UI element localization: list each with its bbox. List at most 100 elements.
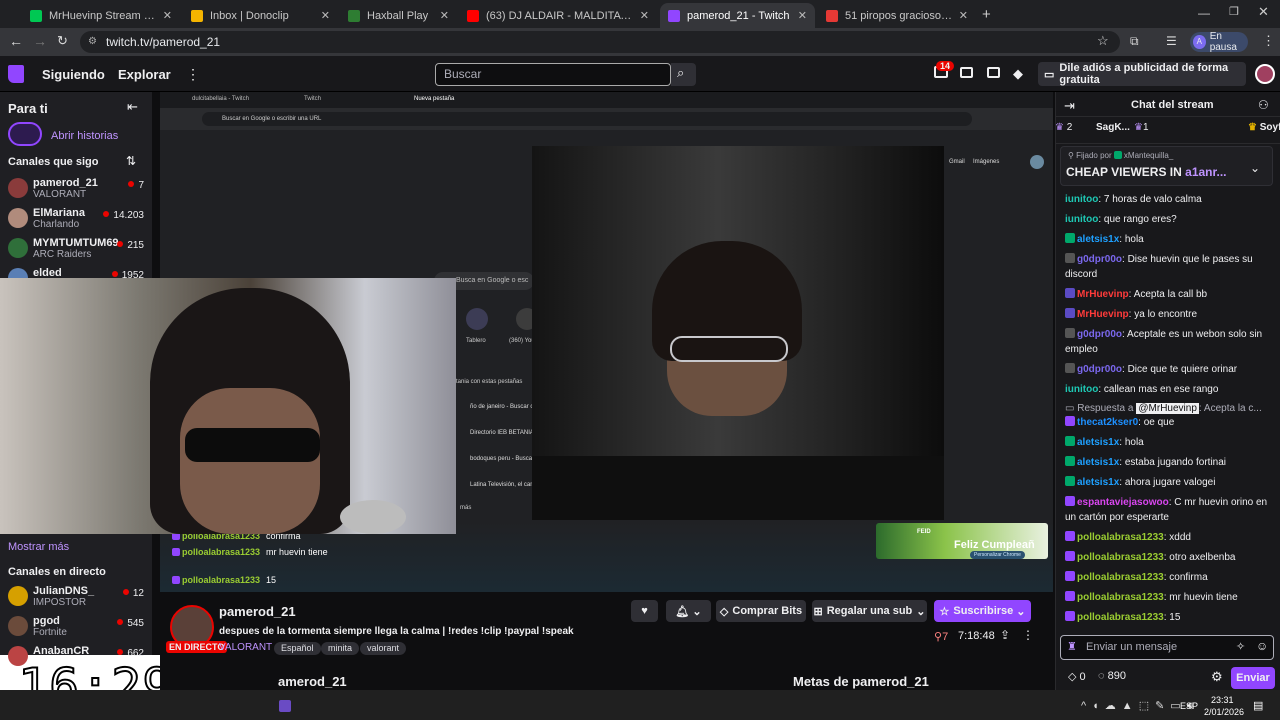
pinned-by-label: Fijado por (1076, 151, 1112, 160)
chat-username[interactable]: aletsis1x (1077, 234, 1119, 245)
nav-more-icon[interactable]: ⋮ (186, 66, 200, 83)
browser-tab[interactable]: Haxball Play ✕ (340, 3, 457, 28)
tag[interactable]: Español (274, 642, 321, 655)
collapse-chat-icon[interactable]: ⇥ (1064, 98, 1075, 114)
chat-username[interactable]: polloalabrasa1233 (1077, 592, 1164, 603)
taskbar-app-icon[interactable] (279, 700, 291, 712)
sort-icon[interactable]: ⇅ (126, 154, 136, 168)
tab-close-icon[interactable]: ✕ (163, 9, 172, 22)
back-icon[interactable]: ← (9, 33, 23, 49)
chat-username[interactable]: polloalabrasa1233 (1077, 552, 1164, 563)
bits-cheer-icon[interactable]: ✧ (1236, 640, 1245, 653)
chat-username[interactable]: espantaviejasowoo (1077, 497, 1169, 508)
user-avatar[interactable] (1255, 64, 1275, 84)
chat-username[interactable]: thecat2kser0 (1077, 417, 1138, 428)
maximize-button[interactable]: ❐ (1229, 5, 1239, 18)
channel-name[interactable]: pamerod_21 (219, 604, 296, 619)
sidebar-channel[interactable]: MYMTUMTUM69 ARC Raiders 215 (8, 235, 148, 263)
tab-close-icon[interactable]: ✕ (321, 9, 330, 22)
crown-icon[interactable]: ◆ (1013, 66, 1023, 82)
taskbar-time[interactable]: 23:31 (1211, 695, 1234, 705)
chat-username[interactable]: iunitoo (1065, 214, 1098, 225)
sidebar-channel[interactable]: pgod Fortnite 545 (8, 613, 148, 641)
address-bar[interactable]: ⚙ twitch.tv/pamerod_21 (80, 31, 1120, 53)
chat-username[interactable]: aletsis1x (1077, 457, 1119, 468)
ad-free-button[interactable]: ▭ Dile adiós a publicidad de forma gratu… (1038, 62, 1246, 86)
chat-username[interactable]: polloalabrasa1233 (1077, 612, 1164, 623)
sidebar-channel[interactable]: AnabanCR 662 (8, 643, 148, 671)
close-window-button[interactable]: ✕ (1258, 4, 1269, 20)
sidebar-channel[interactable]: pamerod_21 VALORANT 7 (8, 175, 148, 203)
gift-sub-button[interactable]: ⊞ Regalar una sub ⌄ (812, 600, 927, 622)
extensions-icon[interactable]: ⧉ (1130, 34, 1139, 49)
inbox-icon[interactable] (960, 67, 973, 78)
profile-button[interactable]: A En pausa (1190, 31, 1248, 53)
bookmark-star-icon[interactable]: ☆ (1097, 33, 1109, 49)
collapse-sidebar-icon[interactable]: ⇤ (127, 99, 138, 115)
sidebar-channel[interactable]: JulianDNS_ IMPOSTOR 12 (8, 583, 148, 611)
reload-icon[interactable]: ↻ (57, 33, 68, 49)
buy-bits-button[interactable]: ◇ Comprar Bits (716, 600, 806, 622)
tag[interactable]: valorant (360, 642, 407, 655)
twitch-logo-icon[interactable] (8, 65, 24, 83)
sidebar-channel[interactable]: ElMariana Charlando 14.203 (8, 205, 148, 233)
game-link[interactable]: VALORANT (219, 642, 272, 653)
emote-icon[interactable]: ☺ (1256, 639, 1268, 653)
share-icon[interactable]: ⇪ (1000, 628, 1010, 642)
new-tab-button[interactable]: + (982, 6, 991, 23)
subscribe-button[interactable]: ☆ Suscribirse ⌄ (934, 600, 1031, 622)
tag[interactable]: minita (321, 642, 360, 655)
more-options-icon[interactable]: ⋮ (1022, 628, 1034, 642)
tab-close-icon[interactable]: ✕ (959, 9, 968, 22)
nav-browse[interactable]: Explorar (118, 67, 171, 82)
chat-username[interactable]: g0dpr00o (1077, 364, 1122, 375)
search-button[interactable]: ⌕ (671, 63, 696, 86)
stories-avatar[interactable] (8, 122, 42, 146)
reading-list-icon[interactable]: ☰ (1166, 34, 1177, 48)
whispers-icon[interactable] (987, 67, 1000, 78)
browser-tab[interactable]: MrHuevinp Stream - Watch Liv ✕ (22, 3, 180, 28)
chat-users-icon[interactable]: ⚇ (1258, 98, 1269, 112)
notifications-bell-button[interactable]: 🔔︎ ⌄ (666, 600, 711, 622)
tab-close-icon[interactable]: ✕ (640, 9, 649, 22)
forward-icon[interactable]: → (33, 33, 47, 49)
browser-menu-icon[interactable]: ⋮ (1262, 33, 1275, 49)
tab-title: Haxball Play (367, 9, 429, 22)
tab-close-icon[interactable]: ✕ (798, 9, 807, 22)
taskbar-date[interactable]: 2/01/2026 (1204, 707, 1244, 717)
reply-context[interactable]: ▭ Respuesta a @MrHuevinp: Acepta la c... (1065, 401, 1270, 416)
chat-username[interactable]: aletsis1x (1077, 437, 1119, 448)
chat-username[interactable]: iunitoo (1065, 194, 1098, 205)
chat-username[interactable]: polloalabrasa1233 (1077, 572, 1164, 583)
chat-username[interactable]: MrHuevinp (1077, 309, 1129, 320)
chat-username[interactable]: g0dpr00o (1077, 254, 1122, 265)
open-stories-link[interactable]: Abrir historias (51, 130, 118, 142)
chat-username[interactable]: MrHuevinp (1077, 289, 1129, 300)
chat-username[interactable]: g0dpr00o (1077, 329, 1122, 340)
notification-center-icon[interactable]: ▤ (1253, 699, 1263, 712)
live-dot-icon (117, 241, 124, 247)
search-input[interactable]: Buscar (435, 63, 671, 86)
channel-points[interactable]: ◌ 890 (1098, 670, 1126, 682)
browser-tab[interactable]: Inbox | Donoclip ✕ (183, 3, 338, 28)
browser-tab[interactable]: (63) DJ ALDAIR - MALDITA BEL ✕ (459, 3, 657, 28)
pinned-expand-icon[interactable]: ⌄ (1250, 161, 1260, 175)
chat-message: polloalabrasa1233: mr huevin tiene (1065, 590, 1270, 605)
chat-username[interactable]: polloalabrasa1233 (1077, 532, 1164, 543)
tab-close-icon[interactable]: ✕ (440, 9, 449, 22)
browser-tab[interactable]: 51 piropos graciosos para sedu ✕ (818, 3, 976, 28)
browser-tab[interactable]: pamerod_21 - Twitch ✕ (660, 3, 815, 28)
send-button[interactable]: Enviar (1231, 667, 1275, 689)
chat-username[interactable]: iunitoo (1065, 384, 1098, 395)
keyboard-language[interactable]: ESP (1180, 701, 1198, 711)
minimize-button[interactable]: — (1198, 6, 1210, 20)
chat-badge-icon[interactable]: ♜ (1067, 640, 1077, 653)
follow-button[interactable]: ♥ (631, 600, 658, 622)
chat-input[interactable]: ♜ Enviar un mensaje ✧ ☺ (1060, 635, 1274, 660)
pinned-link[interactable]: a1anr... (1185, 165, 1226, 179)
chat-settings-icon[interactable]: ⚙ (1211, 669, 1223, 685)
show-more-link[interactable]: Mostrar más (8, 541, 69, 553)
site-info-icon[interactable]: ⚙ (88, 31, 97, 53)
nav-following[interactable]: Siguiendo (42, 67, 105, 82)
chat-username[interactable]: aletsis1x (1077, 477, 1119, 488)
